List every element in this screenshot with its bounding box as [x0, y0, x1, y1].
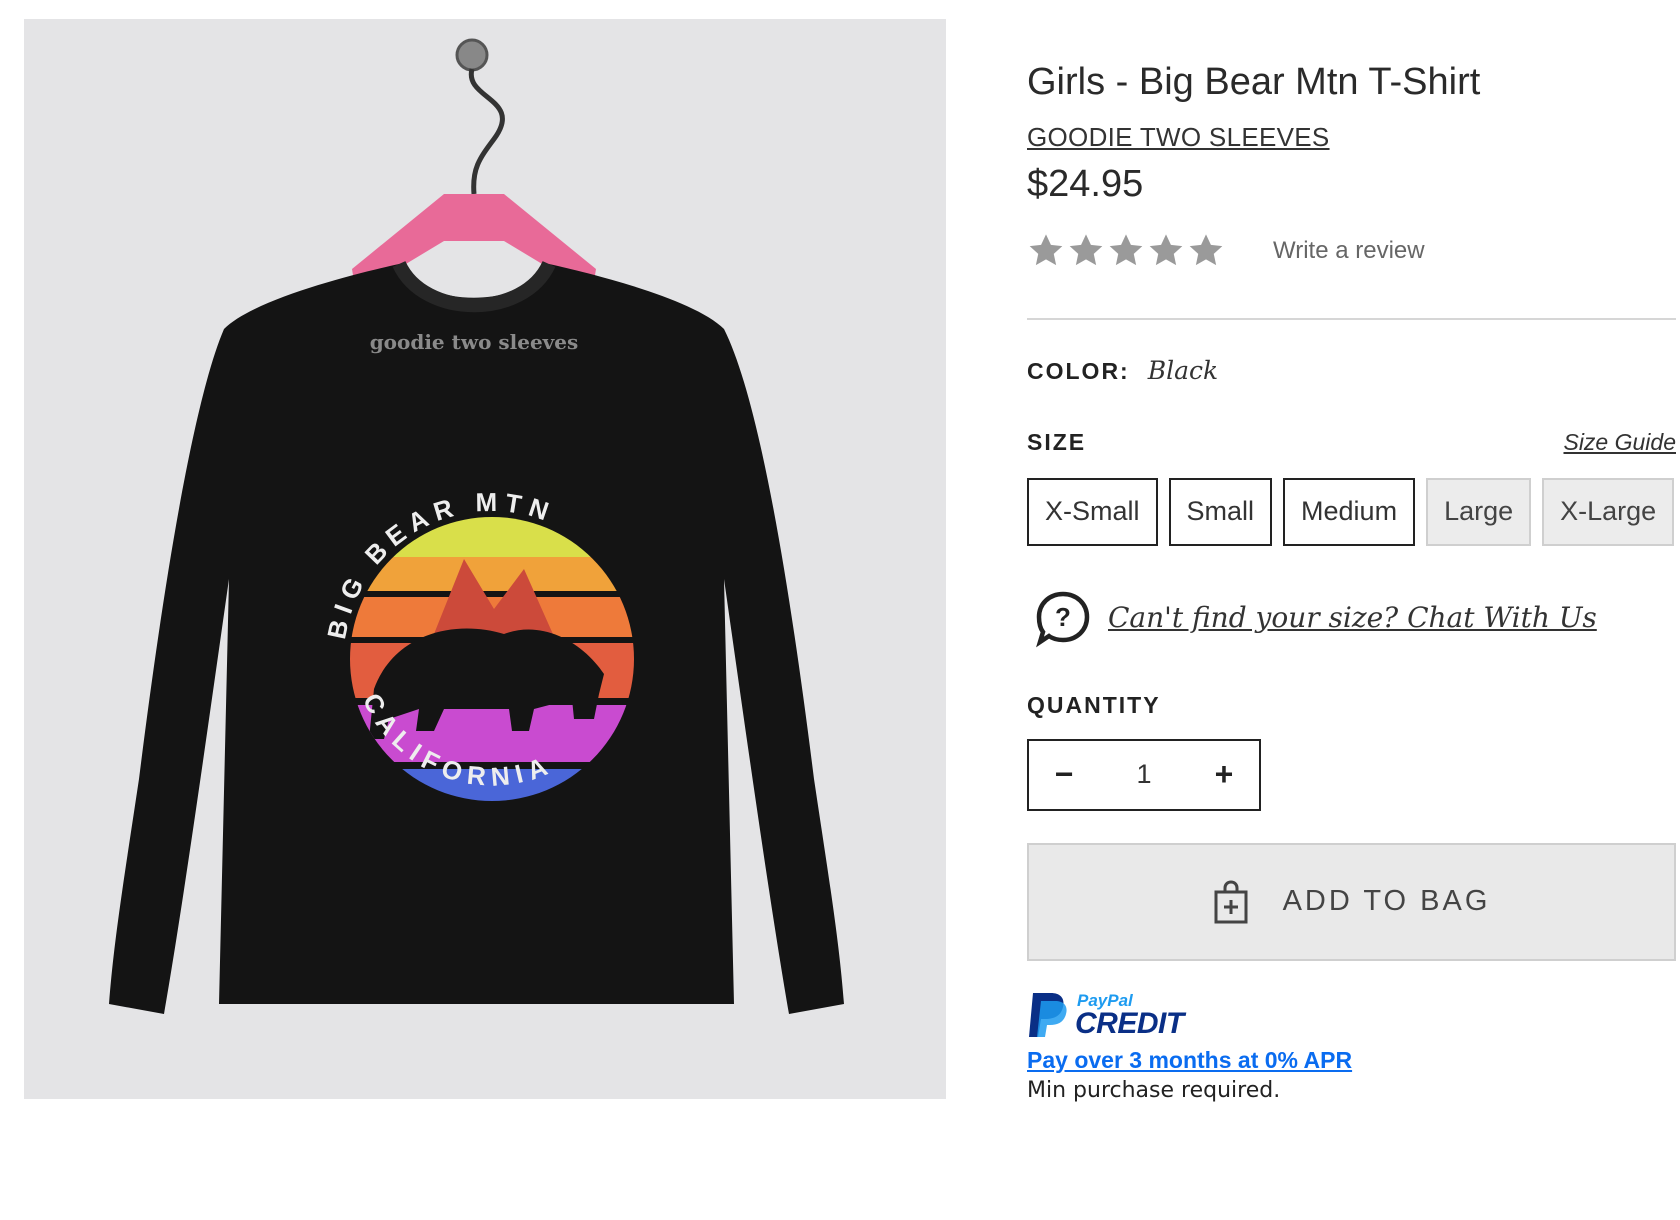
star-icon [1149, 233, 1183, 265]
star-rating[interactable] [1027, 232, 1225, 270]
size-option-small[interactable]: Small [1168, 477, 1273, 546]
paypal-offer-link[interactable]: Pay over 3 months at 0% APR [1027, 1047, 1677, 1074]
shirt-photo: goodie two sleeves BIG BEAR MTN CALIFORN… [24, 19, 946, 1099]
quantity-decrease-button[interactable]: − [1049, 756, 1079, 793]
color-label: COLOR: [1027, 357, 1130, 384]
quantity-label: QUANTITY [1027, 691, 1161, 718]
product-details: Girls - Big Bear Mtn T-Shirt GOODIE TWO … [1027, 60, 1677, 1103]
product-image[interactable]: goodie two sleeves BIG BEAR MTN CALIFORN… [24, 19, 946, 1099]
size-guide-link[interactable]: Size Guide [1563, 429, 1676, 456]
shopping-bag-icon [1214, 880, 1248, 924]
product-price: $24.95 [1027, 162, 1144, 205]
size-option-x-large[interactable]: X-Large [1542, 477, 1675, 546]
size-label: SIZE [1027, 428, 1087, 455]
brand-link[interactable]: GOODIE TWO SLEEVES [1027, 122, 1330, 153]
chat-with-us-link[interactable]: Can't find your size? Chat With Us [1108, 601, 1597, 634]
rating-row: Write a review [1027, 232, 1677, 270]
size-option-large[interactable]: Large [1426, 477, 1532, 546]
paypal-credit-logo: PayPal CREDIT [1027, 991, 1677, 1039]
divider [1027, 317, 1676, 320]
color-value: Black [1147, 355, 1219, 385]
size-header: SIZE Size Guide [1027, 429, 1676, 456]
quantity-stepper: − 1 + [1027, 738, 1261, 811]
write-review-link[interactable]: Write a review [1273, 237, 1425, 265]
quantity-value[interactable]: 1 [1136, 759, 1151, 790]
paypal-credit-text: CREDIT [1075, 1006, 1184, 1040]
star-icon [1109, 233, 1143, 265]
add-to-bag-button[interactable]: ADD TO BAG [1027, 842, 1676, 961]
chat-row: ? Can't find your size? Chat With Us [1027, 588, 1677, 648]
paypal-credit: PayPal CREDIT Pay over 3 months at 0% AP… [1027, 991, 1677, 1103]
svg-text:?: ? [1055, 602, 1071, 632]
hanger-knob [455, 38, 489, 72]
star-icon [1029, 233, 1063, 265]
neck-label: goodie two sleeves [370, 330, 579, 354]
add-to-bag-label: ADD TO BAG [1282, 885, 1491, 918]
product-title: Girls - Big Bear Mtn T-Shirt [1027, 61, 1481, 103]
size-options: X-Small Small Medium Large X-Large [1027, 477, 1676, 546]
paypal-icon [1029, 992, 1067, 1037]
color-row: COLOR: Black [1027, 356, 1677, 385]
quantity-increase-button[interactable]: + [1209, 756, 1239, 793]
star-icon [1069, 233, 1103, 265]
star-icon [1189, 233, 1223, 265]
paypal-note: Min purchase required. [1027, 1077, 1281, 1103]
chat-question-icon: ? [1036, 591, 1090, 647]
size-option-medium[interactable]: Medium [1283, 477, 1416, 546]
size-option-x-small[interactable]: X-Small [1027, 477, 1158, 546]
